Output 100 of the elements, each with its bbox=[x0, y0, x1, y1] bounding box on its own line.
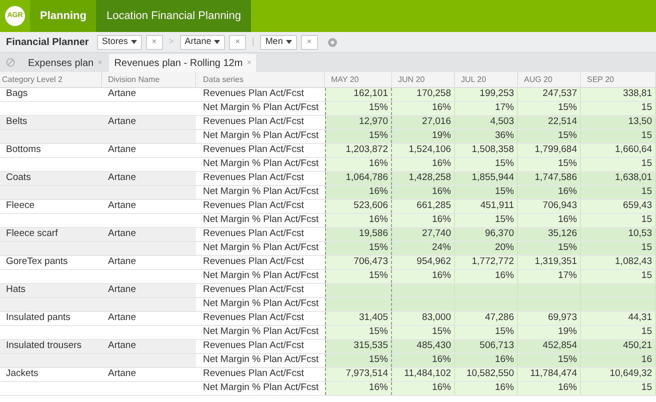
value-cell[interactable]: 706,473 bbox=[325, 256, 392, 269]
document-tab[interactable]: Revenues plan - Rolling 12m × bbox=[109, 54, 256, 72]
value-cell[interactable]: 27,740 bbox=[392, 228, 455, 241]
ban-icon[interactable] bbox=[6, 58, 15, 67]
value-cell[interactable]: 24% bbox=[392, 242, 455, 255]
value-cell[interactable]: 15% bbox=[325, 270, 392, 283]
value-cell[interactable]: 27,016 bbox=[392, 116, 455, 129]
value-cell[interactable]: 83,000 bbox=[392, 312, 455, 325]
value-cell[interactable]: 17% bbox=[518, 270, 581, 283]
value-cell[interactable]: 16% bbox=[325, 382, 392, 395]
value-cell[interactable]: 15% bbox=[518, 102, 581, 115]
value-cell[interactable]: 15% bbox=[325, 102, 392, 115]
value-cell[interactable]: 162,101 bbox=[325, 88, 392, 101]
value-cell[interactable]: 36% bbox=[455, 130, 518, 143]
value-cell[interactable]: 15% bbox=[455, 158, 518, 171]
value-cell[interactable]: 15% bbox=[325, 130, 392, 143]
value-cell[interactable]: 16% bbox=[518, 214, 581, 227]
document-tab[interactable]: Expenses plan × bbox=[23, 54, 108, 72]
filter-dropdown[interactable]: Stores bbox=[96, 34, 142, 50]
clear-filter-button[interactable]: × bbox=[146, 34, 162, 50]
value-cell[interactable]: 16% bbox=[392, 214, 455, 227]
value-cell[interactable]: 4,503 bbox=[455, 116, 518, 129]
value-cell[interactable]: 15% bbox=[392, 326, 455, 339]
value-cell[interactable]: 16% bbox=[325, 186, 392, 199]
value-cell[interactable]: 15 bbox=[581, 186, 656, 199]
value-cell[interactable]: 16% bbox=[392, 158, 455, 171]
value-cell[interactable] bbox=[325, 284, 392, 297]
value-cell[interactable]: 16 bbox=[581, 354, 656, 367]
value-cell[interactable]: 69,973 bbox=[518, 312, 581, 325]
value-cell[interactable]: 450,21 bbox=[581, 340, 656, 353]
value-cell[interactable]: 15% bbox=[518, 354, 581, 367]
value-cell[interactable]: 199,253 bbox=[455, 88, 518, 101]
value-cell[interactable]: 659,43 bbox=[581, 200, 656, 213]
value-cell[interactable]: 15% bbox=[518, 130, 581, 143]
value-cell[interactable]: 35,126 bbox=[518, 228, 581, 241]
value-cell[interactable]: 44,31 bbox=[581, 312, 656, 325]
value-cell[interactable]: 315,535 bbox=[325, 340, 392, 353]
value-cell[interactable]: 16% bbox=[455, 382, 518, 395]
value-cell[interactable]: 16% bbox=[325, 158, 392, 171]
value-cell[interactable]: 22,514 bbox=[518, 116, 581, 129]
value-cell[interactable]: 47,286 bbox=[455, 312, 518, 325]
value-cell[interactable]: 15% bbox=[518, 158, 581, 171]
value-cell[interactable]: 10,53 bbox=[581, 228, 656, 241]
value-cell[interactable]: 15% bbox=[325, 354, 392, 367]
value-cell[interactable]: 16% bbox=[392, 102, 455, 115]
value-cell[interactable]: 15% bbox=[325, 242, 392, 255]
value-cell[interactable]: 506,713 bbox=[455, 340, 518, 353]
value-cell[interactable]: 15% bbox=[455, 186, 518, 199]
value-cell[interactable]: 10,649,32 bbox=[581, 368, 656, 381]
value-cell[interactable]: 16% bbox=[325, 214, 392, 227]
value-cell[interactable]: 170,258 bbox=[392, 88, 455, 101]
value-cell[interactable]: 20% bbox=[455, 242, 518, 255]
clear-filter-button[interactable]: × bbox=[229, 34, 246, 50]
value-cell[interactable]: 1,524,106 bbox=[392, 144, 455, 157]
value-cell[interactable]: 19% bbox=[518, 326, 581, 339]
value-cell[interactable]: 451,911 bbox=[455, 200, 518, 213]
filter-dropdown[interactable]: Artane bbox=[180, 34, 226, 50]
value-cell[interactable]: 1,855,944 bbox=[455, 172, 518, 185]
value-cell[interactable]: 15 bbox=[581, 214, 656, 227]
value-cell[interactable]: 31,405 bbox=[325, 312, 392, 325]
value-cell[interactable]: 15% bbox=[455, 326, 518, 339]
value-cell[interactable]: 16% bbox=[392, 382, 455, 395]
value-cell[interactable]: 16% bbox=[392, 354, 455, 367]
value-cell[interactable] bbox=[325, 298, 392, 311]
value-cell[interactable]: 16% bbox=[518, 382, 581, 395]
value-cell[interactable]: 16% bbox=[518, 186, 581, 199]
value-cell[interactable]: 1,428,258 bbox=[392, 172, 455, 185]
value-cell[interactable]: 15% bbox=[518, 242, 581, 255]
value-cell[interactable]: 523,606 bbox=[325, 200, 392, 213]
value-cell[interactable]: 1,082,43 bbox=[581, 256, 656, 269]
value-cell[interactable]: 19% bbox=[392, 130, 455, 143]
clear-filter-button[interactable]: × bbox=[300, 34, 318, 50]
filter-dropdown[interactable]: Men bbox=[260, 34, 297, 50]
value-cell[interactable]: 16% bbox=[455, 354, 518, 367]
value-cell[interactable]: 1,508,358 bbox=[455, 144, 518, 157]
value-cell[interactable]: 1,799,684 bbox=[518, 144, 581, 157]
value-cell[interactable]: 15% bbox=[455, 214, 518, 227]
value-cell[interactable]: 706,943 bbox=[518, 200, 581, 213]
value-cell[interactable]: 12,970 bbox=[325, 116, 392, 129]
value-cell[interactable]: 19,586 bbox=[325, 228, 392, 241]
value-cell[interactable]: 17% bbox=[455, 102, 518, 115]
value-cell[interactable]: 16% bbox=[392, 270, 455, 283]
value-cell[interactable]: 1,064,786 bbox=[325, 172, 392, 185]
value-cell[interactable]: 1,660,64 bbox=[581, 144, 656, 157]
value-cell[interactable]: 16% bbox=[392, 186, 455, 199]
app-tab[interactable]: Location Financial Planning bbox=[96, 0, 251, 32]
value-cell[interactable]: 15% bbox=[325, 326, 392, 339]
value-cell[interactable]: 661,285 bbox=[392, 200, 455, 213]
value-cell[interactable]: 485,430 bbox=[392, 340, 455, 353]
value-cell[interactable]: 11,784,474 bbox=[518, 368, 581, 381]
value-cell[interactable]: 1,638,01 bbox=[581, 172, 656, 185]
value-cell[interactable]: 247,537 bbox=[518, 88, 581, 101]
value-cell[interactable]: 15 bbox=[581, 270, 656, 283]
value-cell[interactable]: 15 bbox=[581, 130, 656, 143]
value-cell[interactable]: 338,81 bbox=[581, 88, 656, 101]
value-cell[interactable]: 15 bbox=[581, 158, 656, 171]
value-cell[interactable]: 1,772,772 bbox=[455, 256, 518, 269]
value-cell[interactable]: 15 bbox=[581, 382, 656, 395]
value-cell[interactable]: 1,747,586 bbox=[518, 172, 581, 185]
settings-icon[interactable] bbox=[328, 38, 336, 46]
